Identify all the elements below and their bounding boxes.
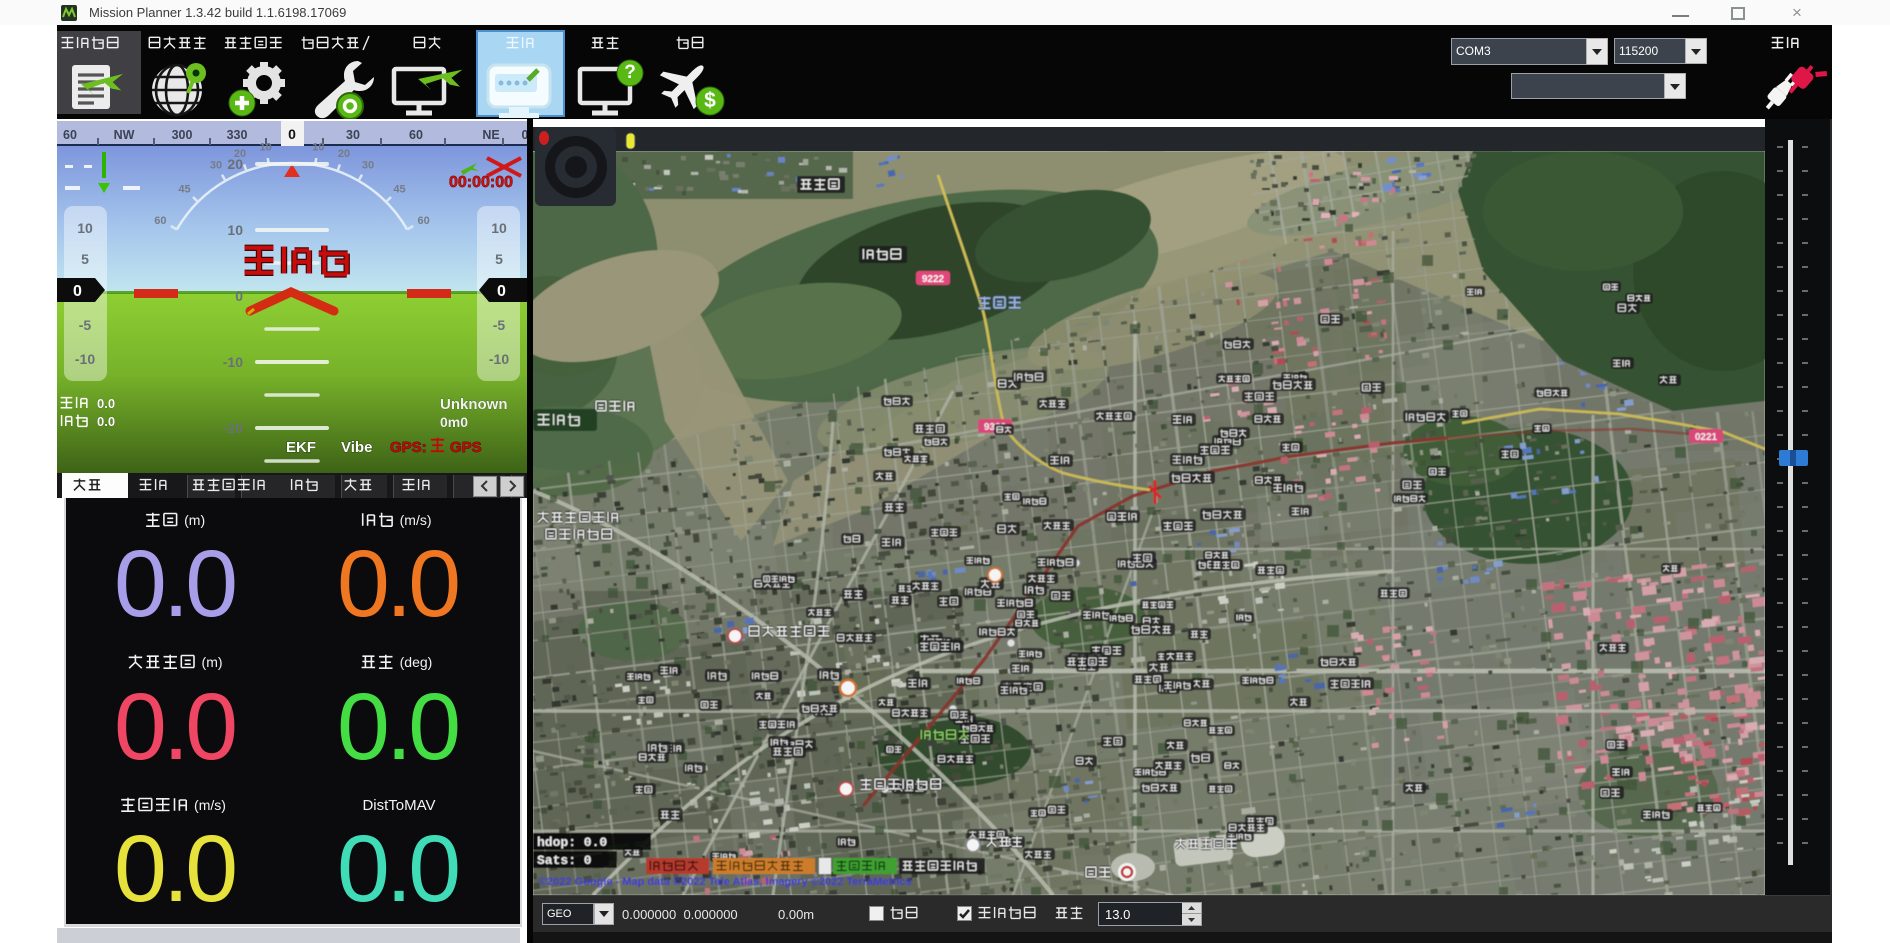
svg-text:-5: -5 xyxy=(493,317,506,333)
svg-text:0: 0 xyxy=(288,126,296,142)
svg-text:-10: -10 xyxy=(489,351,509,367)
svg-text:60: 60 xyxy=(154,215,166,227)
svg-text:20: 20 xyxy=(227,156,243,172)
svg-text:330: 330 xyxy=(227,128,248,142)
svg-text:60: 60 xyxy=(417,215,429,227)
svg-text:20: 20 xyxy=(338,148,350,160)
svg-text:0.0: 0.0 xyxy=(97,414,115,429)
svg-text:0: 0 xyxy=(497,283,506,300)
svg-text:10: 10 xyxy=(227,222,243,238)
svg-text:Unknown: Unknown xyxy=(440,396,508,413)
svg-text:-10: -10 xyxy=(75,351,95,367)
svg-text:NE: NE xyxy=(482,128,499,142)
svg-text:0m0: 0m0 xyxy=(440,414,468,430)
svg-text:10: 10 xyxy=(491,220,507,236)
svg-text:00:00:00: 00:00:00 xyxy=(449,174,513,191)
svg-text:45: 45 xyxy=(393,184,405,196)
svg-text:0: 0 xyxy=(522,128,527,142)
svg-text:30: 30 xyxy=(362,159,374,171)
svg-text:5: 5 xyxy=(81,251,89,267)
svg-text:EKF: EKF xyxy=(286,439,316,456)
svg-text:300: 300 xyxy=(172,128,193,142)
svg-text:NW: NW xyxy=(114,128,135,142)
svg-text:0.0: 0.0 xyxy=(97,396,115,411)
svg-text:©2022 Google - Map data ©2022: ©2022 Google - Map data ©2022 Tele Atlas… xyxy=(539,876,912,888)
svg-text:$: $ xyxy=(704,89,716,112)
svg-text:-20: -20 xyxy=(223,420,243,436)
svg-text:60: 60 xyxy=(63,128,77,142)
svg-text:Vibe: Vibe xyxy=(341,439,372,456)
svg-text:GPS: GPS xyxy=(450,439,482,456)
svg-text:60: 60 xyxy=(409,128,423,142)
svg-text:GPS:: GPS: xyxy=(390,439,427,456)
svg-text:0: 0 xyxy=(235,288,243,304)
svg-text:?: ? xyxy=(624,62,636,83)
svg-text:30: 30 xyxy=(210,159,222,171)
svg-text:10: 10 xyxy=(259,141,271,153)
svg-text:-10: -10 xyxy=(223,354,243,370)
svg-text:5: 5 xyxy=(495,251,503,267)
svg-text:30: 30 xyxy=(346,128,360,142)
svg-text:10: 10 xyxy=(77,220,93,236)
svg-text:45: 45 xyxy=(178,184,190,196)
svg-text:-5: -5 xyxy=(79,317,92,333)
svg-text:0: 0 xyxy=(73,283,82,300)
svg-text:10: 10 xyxy=(312,141,324,153)
